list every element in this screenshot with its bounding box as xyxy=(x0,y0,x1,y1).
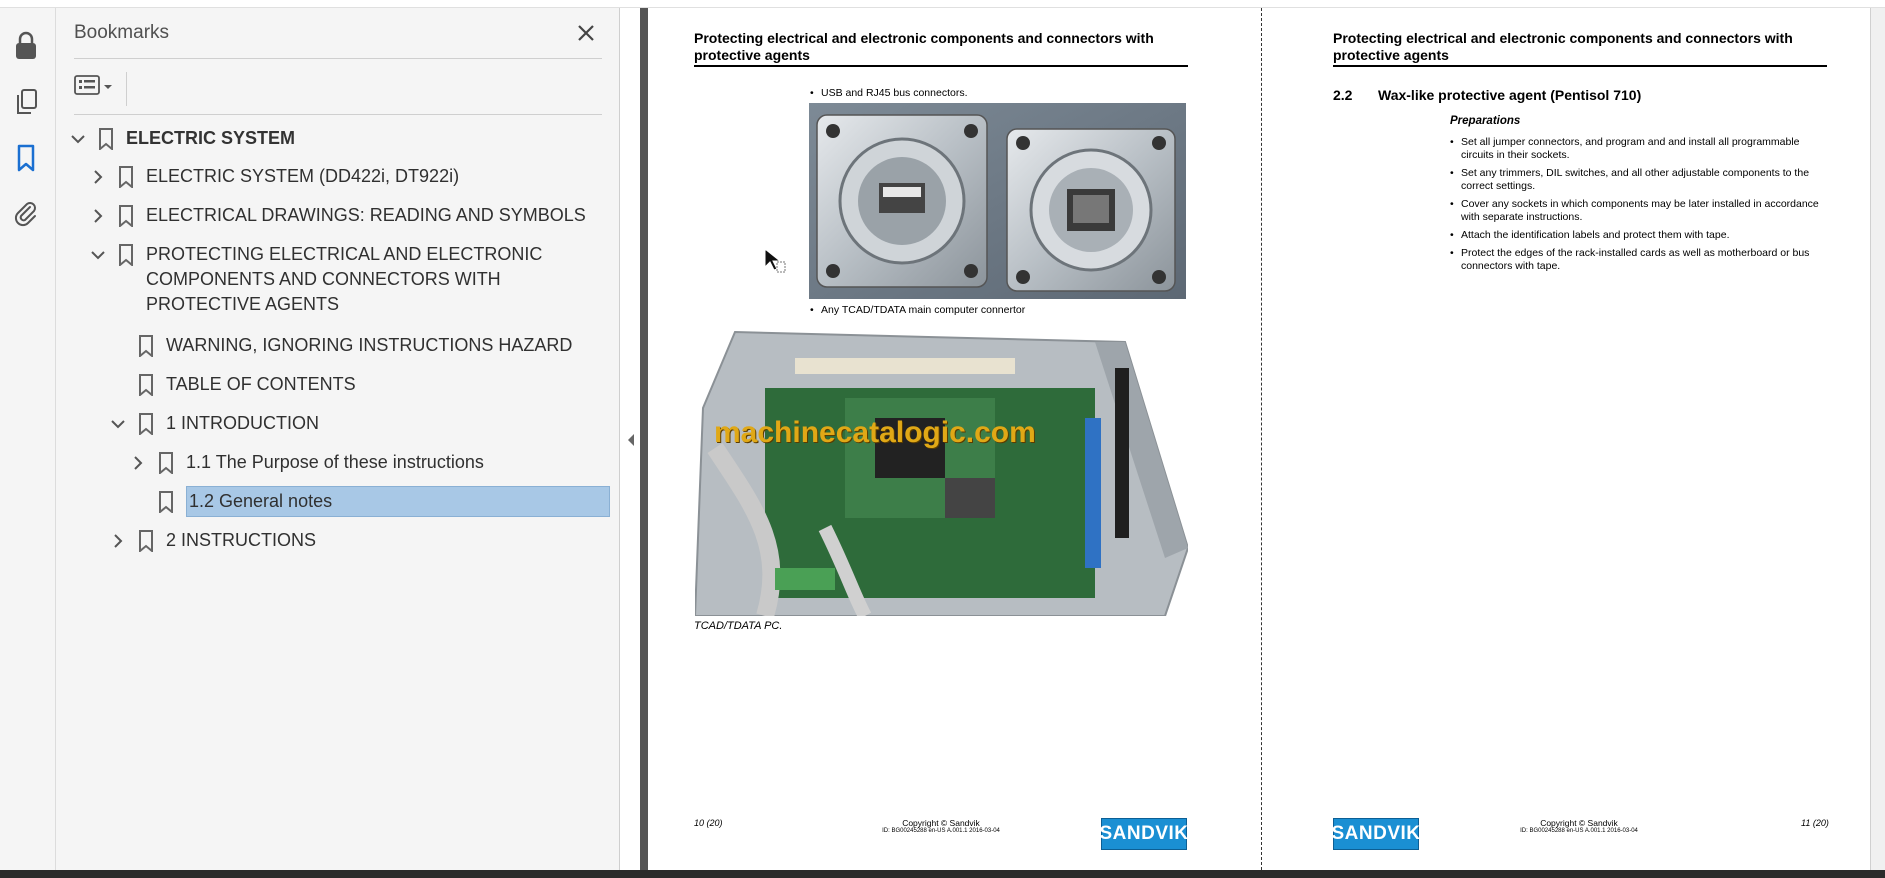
bookmarks-panel: Bookmarks ELECTRIC SYSTEM ELECTRIC SYSTE… xyxy=(56,8,620,870)
sandvik-logo: SANDVIK xyxy=(1332,818,1420,850)
bookmark-item-selected[interactable]: 1.2 General notes xyxy=(156,486,610,517)
chevron-down-icon[interactable] xyxy=(108,411,128,436)
chevron-right-icon[interactable] xyxy=(88,164,108,189)
options-button[interactable] xyxy=(74,72,120,102)
copyright: Copyright © Sandvik xyxy=(902,818,980,828)
chevron-down-icon[interactable] xyxy=(88,242,108,267)
top-border xyxy=(0,0,1885,8)
bookmark-flag-icon xyxy=(96,126,116,151)
bookmark-label: ELECTRIC SYSTEM xyxy=(126,128,296,148)
sandvik-logo: SANDVIK xyxy=(1100,818,1188,850)
page-divider xyxy=(1261,8,1262,870)
collapse-panel-icon[interactable] xyxy=(624,430,638,450)
divider xyxy=(74,58,602,59)
vertical-scrollbar[interactable] xyxy=(1870,8,1885,870)
bookmark-label: 1.1 The Purpose of these instructions xyxy=(186,452,484,472)
chevron-right-icon[interactable] xyxy=(88,203,108,228)
chevron-down-icon[interactable] xyxy=(68,126,88,151)
subsection-title: Preparations xyxy=(1450,115,1521,127)
bookmark-item[interactable]: ELECTRIC SYSTEM xyxy=(68,126,295,151)
watermark: machinecatalogic.com xyxy=(714,416,1036,449)
bookmark-flag-icon xyxy=(156,450,176,475)
page-header: Protecting electrical and electronic com… xyxy=(694,30,1154,63)
header-rule xyxy=(1333,65,1827,67)
section-title: Wax-like protective agent (Pentisol 710) xyxy=(1378,87,1642,103)
chevron-right-icon[interactable] xyxy=(128,450,148,475)
bullet-text: USB and RJ45 bus connectors. xyxy=(810,87,967,100)
list-item: Set any trimmers, DIL switches, and all … xyxy=(1450,167,1833,193)
copyright: Copyright © Sandvik xyxy=(1540,818,1618,828)
divider xyxy=(74,114,602,115)
chevron-right-icon[interactable] xyxy=(108,528,128,553)
attachment-icon[interactable] xyxy=(8,196,44,232)
chevron-down-icon xyxy=(103,78,113,96)
bookmark-flag-icon xyxy=(136,528,156,553)
lock-icon[interactable] xyxy=(8,28,44,64)
mouse-cursor-icon xyxy=(764,247,786,281)
page-header: Protecting electrical and electronic com… xyxy=(1333,30,1793,63)
taskbar-edge xyxy=(0,870,1885,878)
page-number: 10 (20) xyxy=(694,818,723,828)
list-item: Protect the edges of the rack-installed … xyxy=(1450,247,1833,273)
bookmark-item[interactable]: 2 INSTRUCTIONS xyxy=(108,528,316,553)
bookmark-label: ELECTRICAL DRAWINGS: READING AND SYMBOLS xyxy=(146,205,586,225)
bookmark-label: WARNING, IGNORING INSTRUCTIONS HAZARD xyxy=(166,335,573,355)
figure-caption: TCAD/TDATA PC. xyxy=(694,620,783,632)
bookmark-flag-icon xyxy=(156,489,176,514)
divider xyxy=(126,72,127,106)
bookmark-flag-icon xyxy=(136,411,156,436)
options-icon xyxy=(74,74,100,100)
page-number: 11 (20) xyxy=(1801,818,1829,828)
bookmark-label: PROTECTING ELECTRICAL AND ELECTRONIC COM… xyxy=(146,244,543,314)
page-edge xyxy=(640,8,648,870)
bookmark-label: 1 INTRODUCTION xyxy=(166,413,319,433)
bookmark-label: ELECTRIC SYSTEM (DD422i, DT922i) xyxy=(146,166,460,186)
bullet-text: Any TCAD/TDATA main computer connertor xyxy=(810,304,1025,317)
header-rule xyxy=(694,65,1188,67)
pages-icon[interactable] xyxy=(8,84,44,120)
bookmark-label: 2 INSTRUCTIONS xyxy=(166,530,317,550)
pcb-photo xyxy=(693,328,1190,620)
bookmark-flag-icon xyxy=(116,164,136,189)
bookmark-label: 1.2 General notes xyxy=(186,486,610,517)
bookmark-item[interactable]: 1.1 The Purpose of these instructions xyxy=(128,450,484,475)
list-item: Attach the identification labels and pro… xyxy=(1450,229,1833,242)
bookmark-flag-icon xyxy=(136,372,156,397)
bookmark-icon[interactable] xyxy=(8,140,44,176)
connector-photo xyxy=(809,103,1186,299)
bookmark-item[interactable]: 1 INTRODUCTION xyxy=(108,411,319,436)
bookmark-item[interactable]: WARNING, IGNORING INSTRUCTIONS HAZARD xyxy=(136,333,572,358)
bookmark-item[interactable]: ELECTRIC SYSTEM (DD422i, DT922i) xyxy=(88,164,459,189)
bookmark-item[interactable]: ELECTRICAL DRAWINGS: READING AND SYMBOLS xyxy=(88,203,586,228)
document-id: ID: BG00245288 en-US A.001.1 2016-03-04 xyxy=(1520,828,1638,834)
bookmark-flag-icon xyxy=(116,242,136,267)
close-icon[interactable] xyxy=(571,18,601,48)
bookmark-item[interactable]: PROTECTING ELECTRICAL AND ELECTRONIC COM… xyxy=(88,242,586,317)
bookmark-item[interactable]: TABLE OF CONTENTS xyxy=(136,372,356,397)
list-item: Set all jumper connectors, and program a… xyxy=(1450,136,1833,162)
bookmark-label: TABLE OF CONTENTS xyxy=(166,374,356,394)
document-id: ID: BG00245288 en-US A.001.1 2016-03-04 xyxy=(882,828,1000,834)
bookmark-flag-icon xyxy=(136,333,156,358)
bookmark-flag-icon xyxy=(116,203,136,228)
list-item: Cover any sockets in which components ma… xyxy=(1450,198,1833,224)
tool-rail xyxy=(0,8,56,870)
panel-title: Bookmarks xyxy=(74,22,170,43)
section-number: 2.2 xyxy=(1333,87,1353,103)
